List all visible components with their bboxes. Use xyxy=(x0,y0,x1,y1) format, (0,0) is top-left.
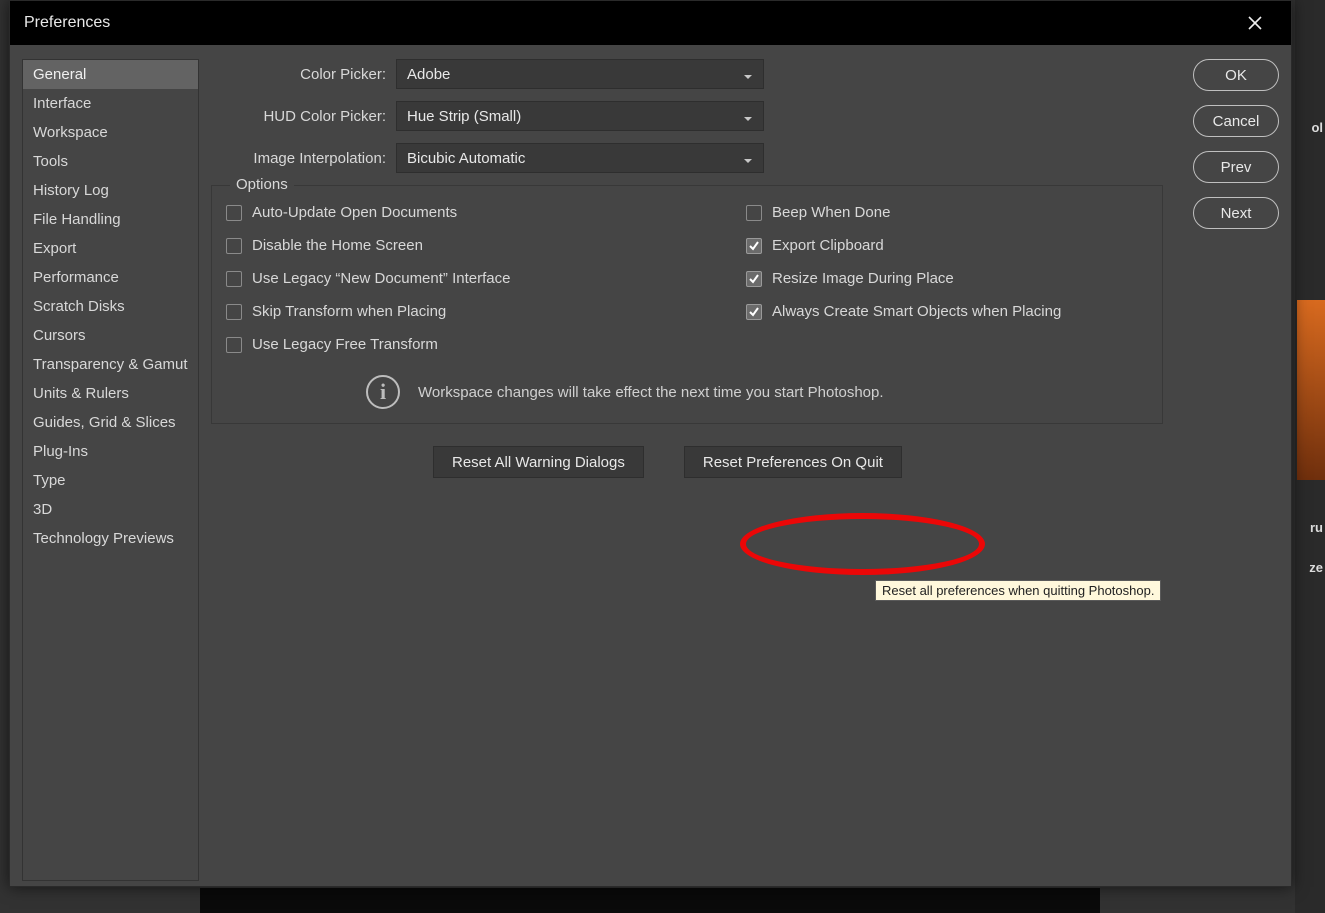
checkbox[interactable] xyxy=(746,238,762,254)
chevron-down-icon xyxy=(743,111,753,121)
image-interpolation-value: Bicubic Automatic xyxy=(407,150,525,167)
option-right-3: Always Create Smart Objects when Placing xyxy=(746,303,1148,320)
chevron-down-icon xyxy=(743,69,753,79)
dialog-body: GeneralInterfaceWorkspaceToolsHistory Lo… xyxy=(10,45,1291,893)
bg-text-frag: ru xyxy=(1310,520,1323,535)
checkbox-label: Export Clipboard xyxy=(772,237,884,254)
reset-preferences-on-quit-button[interactable]: Reset Preferences On Quit xyxy=(684,446,902,478)
option-left-4: Use Legacy Free Transform xyxy=(226,336,746,353)
sidebar-item-3d[interactable]: 3D xyxy=(23,495,198,524)
checkbox-label: Skip Transform when Placing xyxy=(252,303,446,320)
options-grid: Auto-Update Open Documents Beep When Done… xyxy=(226,204,1148,409)
image-interpolation-label: Image Interpolation: xyxy=(211,150,396,167)
settings-column: Color Picker: Adobe HUD Color Picker: Hu… xyxy=(211,59,1163,881)
sidebar-item-export[interactable]: Export xyxy=(23,234,198,263)
option-left-2: Use Legacy “New Document” Interface xyxy=(226,270,746,287)
sidebar-item-interface[interactable]: Interface xyxy=(23,89,198,118)
sidebar-item-performance[interactable]: Performance xyxy=(23,263,198,292)
preferences-dialog: Preferences GeneralInterfaceWorkspaceToo… xyxy=(9,0,1292,887)
chevron-down-icon xyxy=(743,153,753,163)
sidebar-item-general[interactable]: General xyxy=(23,60,198,89)
checkbox-label: Disable the Home Screen xyxy=(252,237,423,254)
sidebar-item-history-log[interactable]: History Log xyxy=(23,176,198,205)
sidebar-item-type[interactable]: Type xyxy=(23,466,198,495)
bg-text-frag: ol xyxy=(1311,120,1323,135)
titlebar: Preferences xyxy=(10,1,1291,45)
checkbox[interactable] xyxy=(226,238,242,254)
checkbox[interactable] xyxy=(746,271,762,287)
checkbox[interactable] xyxy=(226,205,242,221)
image-interpolation-row: Image Interpolation: Bicubic Automatic xyxy=(211,143,1163,173)
checkbox[interactable] xyxy=(746,205,762,221)
option-right-0: Beep When Done xyxy=(746,204,1148,221)
sidebar-item-plug-ins[interactable]: Plug-Ins xyxy=(23,437,198,466)
close-icon xyxy=(1248,16,1262,30)
checkbox[interactable] xyxy=(226,337,242,353)
checkbox[interactable] xyxy=(226,271,242,287)
tooltip: Reset all preferences when quitting Phot… xyxy=(875,580,1161,601)
sidebar-item-guides-grid-slices[interactable]: Guides, Grid & Slices xyxy=(23,408,198,437)
sidebar-item-file-handling[interactable]: File Handling xyxy=(23,205,198,234)
sidebar: GeneralInterfaceWorkspaceToolsHistory Lo… xyxy=(22,59,199,881)
action-button-column: OK Cancel Prev Next xyxy=(1183,59,1279,881)
option-left-3: Skip Transform when Placing xyxy=(226,303,746,320)
sidebar-item-transparency-gamut[interactable]: Transparency & Gamut xyxy=(23,350,198,379)
sidebar-item-technology-previews[interactable]: Technology Previews xyxy=(23,524,198,553)
checkbox-label: Use Legacy Free Transform xyxy=(252,336,438,353)
option-left-0: Auto-Update Open Documents xyxy=(226,204,746,221)
hud-color-picker-label: HUD Color Picker: xyxy=(211,108,396,125)
prev-button[interactable]: Prev xyxy=(1193,151,1279,183)
hud-color-picker-dropdown[interactable]: Hue Strip (Small) xyxy=(396,101,764,131)
checkbox-label: Auto-Update Open Documents xyxy=(252,204,457,221)
checkbox-label: Always Create Smart Objects when Placing xyxy=(772,303,1061,320)
checkbox-label: Beep When Done xyxy=(772,204,890,221)
info-row: i Workspace changes will take effect the … xyxy=(226,369,1148,409)
color-picker-row: Color Picker: Adobe xyxy=(211,59,1163,89)
option-right-2: Resize Image During Place xyxy=(746,270,1148,287)
options-group: Options Auto-Update Open DocumentsBeep W… xyxy=(211,185,1163,424)
color-picker-value: Adobe xyxy=(407,66,450,83)
options-legend: Options xyxy=(230,176,294,193)
sidebar-item-units-rulers[interactable]: Units & Rulers xyxy=(23,379,198,408)
checkbox[interactable] xyxy=(226,304,242,320)
bg-text-frag: ze xyxy=(1309,560,1323,575)
checkbox[interactable] xyxy=(746,304,762,320)
sidebar-item-workspace[interactable]: Workspace xyxy=(23,118,198,147)
close-button[interactable] xyxy=(1233,1,1277,45)
info-icon: i xyxy=(366,375,400,409)
ok-button[interactable]: OK xyxy=(1193,59,1279,91)
checkbox-label: Resize Image During Place xyxy=(772,270,954,287)
hud-color-picker-value: Hue Strip (Small) xyxy=(407,108,521,125)
reset-warning-dialogs-button[interactable]: Reset All Warning Dialogs xyxy=(433,446,644,478)
checkbox-label: Use Legacy “New Document” Interface xyxy=(252,270,510,287)
bottom-button-row: Reset All Warning Dialogs Reset Preferen… xyxy=(211,446,1163,478)
background-thumbnail xyxy=(1297,300,1325,480)
option-right-1: Export Clipboard xyxy=(746,237,1148,254)
option-left-1: Disable the Home Screen xyxy=(226,237,746,254)
color-picker-dropdown[interactable]: Adobe xyxy=(396,59,764,89)
sidebar-item-tools[interactable]: Tools xyxy=(23,147,198,176)
sidebar-item-scratch-disks[interactable]: Scratch Disks xyxy=(23,292,198,321)
cancel-button[interactable]: Cancel xyxy=(1193,105,1279,137)
sidebar-item-cursors[interactable]: Cursors xyxy=(23,321,198,350)
dialog-title: Preferences xyxy=(24,14,110,32)
main-content: Color Picker: Adobe HUD Color Picker: Hu… xyxy=(211,59,1279,881)
image-interpolation-dropdown[interactable]: Bicubic Automatic xyxy=(396,143,764,173)
hud-color-picker-row: HUD Color Picker: Hue Strip (Small) xyxy=(211,101,1163,131)
info-text: Workspace changes will take effect the n… xyxy=(418,384,884,401)
color-picker-label: Color Picker: xyxy=(211,66,396,83)
next-button[interactable]: Next xyxy=(1193,197,1279,229)
